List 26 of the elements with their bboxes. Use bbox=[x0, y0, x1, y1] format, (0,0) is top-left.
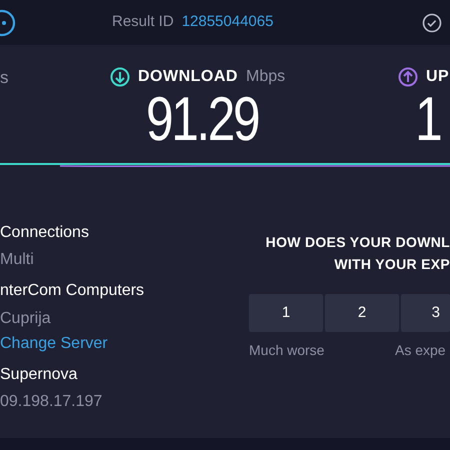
survey-question: WITH YOUR EXP bbox=[333, 255, 450, 274]
survey-question: HOW DOES YOUR DOWNL bbox=[264, 233, 450, 252]
download-unit: Mbps bbox=[246, 67, 286, 87]
download-icon bbox=[110, 67, 130, 87]
detail-value: Cuprija bbox=[0, 308, 52, 328]
check-icon[interactable] bbox=[422, 12, 442, 32]
detail-title: Supernova bbox=[0, 364, 78, 384]
upload-speed-value: 1 bbox=[415, 89, 440, 151]
detail-value: 09.198.17.197 bbox=[0, 392, 104, 412]
download-label: DOWNLOAD bbox=[138, 67, 238, 87]
rating-button[interactable]: 1 bbox=[249, 294, 323, 332]
rating-low-label: Much worse bbox=[249, 340, 326, 360]
upload-icon bbox=[398, 67, 418, 87]
speed-logo-icon[interactable] bbox=[0, 8, 16, 36]
detail-value: Multi bbox=[0, 250, 35, 270]
result-id-link[interactable]: 12855044065 bbox=[182, 11, 274, 34]
rating-button[interactable]: 2 bbox=[325, 294, 399, 332]
rating-button[interactable]: 3 bbox=[401, 294, 450, 332]
download-speed-value: 91.29 bbox=[146, 89, 258, 151]
detail-title: nterCom Computers bbox=[0, 281, 146, 301]
result-id-label: Result ID bbox=[112, 12, 174, 32]
detail-title: Connections bbox=[0, 223, 90, 242]
change-server-link[interactable]: Change Server bbox=[0, 334, 108, 353]
ping-unit: s bbox=[0, 68, 8, 87]
upload-label: UP bbox=[426, 67, 450, 87]
rating-mid-label: As expe bbox=[395, 340, 446, 360]
